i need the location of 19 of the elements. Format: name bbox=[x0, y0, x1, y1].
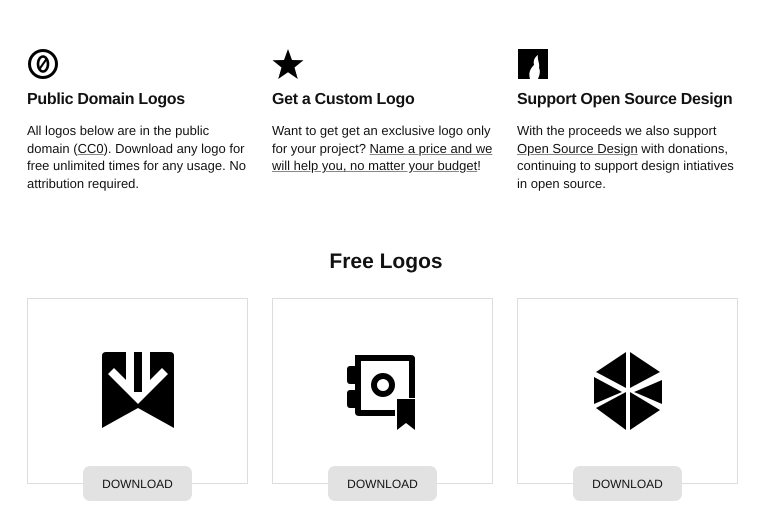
text-link[interactable]: CC0 bbox=[78, 140, 104, 156]
feature-title: Get a Custom Logo bbox=[272, 90, 416, 110]
flame-icon bbox=[517, 48, 549, 80]
feature-description: Want to get get an exclusive logo only for your project? Name a price and we will help you, no matter your budget! bbox=[272, 122, 493, 175]
section-heading: Free Logos bbox=[328, 249, 444, 276]
download-button[interactable]: DOWNLOAD bbox=[573, 466, 682, 502]
feature-description: With the proceeds we also support Open Source Design with donations, continuing to support design intiatives in open source. bbox=[517, 122, 735, 192]
feature-title: Support Open Source Design bbox=[517, 90, 734, 110]
bookmark-logo-icon bbox=[102, 352, 174, 430]
download-button[interactable]: DOWNLOAD bbox=[328, 466, 437, 502]
text-link[interactable]: will help you, no matter your budget bbox=[272, 158, 478, 174]
text-link[interactable]: Open Source Design bbox=[517, 140, 638, 156]
zero-icon bbox=[27, 48, 59, 80]
star-icon bbox=[272, 48, 304, 80]
feature-description: All logos below are in the public domain (CC0). Download any logo for free unlimited times for any usage. No attribution required. bbox=[27, 122, 247, 192]
download-button[interactable]: DOWNLOAD bbox=[83, 466, 192, 502]
hexagon-logo-icon bbox=[592, 352, 664, 430]
feature-title: Public Domain Logos bbox=[27, 90, 186, 110]
text-link[interactable]: Name a price and we bbox=[370, 140, 492, 156]
